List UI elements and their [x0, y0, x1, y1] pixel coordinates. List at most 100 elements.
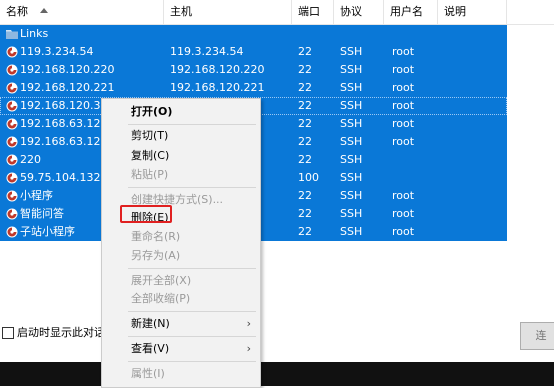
menu-item-properties[interactable]: 属性(I) [102, 364, 260, 384]
session-port: 22 [298, 117, 312, 130]
session-port: 22 [298, 153, 312, 166]
session-port: 22 [298, 45, 312, 58]
session-user: root [392, 45, 415, 58]
session-icon [6, 136, 18, 148]
session-protocol: SSH [340, 99, 363, 112]
session-protocol: SSH [340, 207, 363, 220]
list-item[interactable]: 192.168.120.220 192.168.120.220 22 SSH r… [0, 61, 507, 79]
session-protocol: SSH [340, 153, 363, 166]
session-icon [6, 172, 18, 184]
session-user: root [392, 207, 415, 220]
session-icon [6, 100, 18, 112]
session-icon [6, 208, 18, 220]
session-port: 22 [298, 63, 312, 76]
menu-item-collapse-all[interactable]: 全部收缩(P) [102, 289, 260, 309]
menu-item-collapse-all-label: 全部收缩(P) [131, 292, 191, 305]
column-port[interactable]: 端口 [292, 0, 334, 24]
session-name: 192.168.120.220 [20, 63, 115, 76]
menu-item-new[interactable]: 新建(N) › [102, 314, 260, 334]
column-user[interactable]: 用户名 [384, 0, 438, 24]
session-icon [6, 226, 18, 238]
list-item-folder[interactable]: Links [0, 25, 507, 43]
sort-ascending-icon [40, 8, 48, 13]
column-description[interactable]: 说明 [438, 0, 507, 24]
menu-item-view-label: 查看(V) [131, 342, 170, 355]
session-port: 22 [298, 99, 312, 112]
menu-item-copy-label: 复制(C) [131, 149, 170, 162]
menu-separator [128, 311, 256, 312]
column-protocol-label: 协议 [340, 5, 362, 18]
column-user-label: 用户名 [390, 5, 423, 18]
menu-item-new-label: 新建(N) [131, 317, 170, 330]
column-description-label: 说明 [444, 5, 466, 18]
list-item[interactable]: 192.168.120.221 192.168.120.221 22 SSH r… [0, 79, 507, 97]
session-port: 22 [298, 135, 312, 148]
session-user: root [392, 99, 415, 112]
session-user: root [392, 189, 415, 202]
menu-item-open-label: 打开(O) [131, 105, 173, 118]
session-protocol: SSH [340, 135, 363, 148]
folder-icon [6, 30, 18, 39]
connect-button-label: 连 [535, 329, 547, 342]
submenu-arrow-icon: › [246, 342, 251, 355]
menu-separator [128, 336, 256, 337]
menu-separator [128, 268, 256, 269]
session-user: root [392, 135, 415, 148]
session-protocol: SSH [340, 171, 363, 184]
session-port: 22 [298, 189, 312, 202]
session-icon [6, 82, 18, 94]
session-name: Links [20, 27, 49, 40]
connect-button[interactable]: 连 [520, 322, 554, 350]
session-icon [6, 64, 18, 76]
menu-separator [128, 124, 256, 125]
session-protocol: SSH [340, 225, 363, 238]
column-host-label: 主机 [170, 5, 192, 18]
menu-item-paste[interactable]: 粘贴(P) [102, 165, 260, 185]
menu-item-rename-label: 重命名(R) [131, 230, 181, 243]
session-host: 192.168.120.221 [170, 81, 265, 94]
session-port: 22 [298, 81, 312, 94]
session-port: 100 [298, 171, 319, 184]
column-host[interactable]: 主机 [164, 0, 292, 24]
menu-separator [128, 187, 256, 188]
session-user: root [392, 81, 415, 94]
session-name: 192.168.120.221 [20, 81, 115, 94]
menu-item-open[interactable]: 打开(O) [102, 102, 260, 122]
submenu-arrow-icon: › [246, 317, 251, 330]
startup-checkbox-row[interactable]: 启动时显示此对话框 [2, 325, 116, 341]
delete-highlight-box [120, 205, 172, 223]
menu-item-save-as[interactable]: 另存为(A) [102, 246, 260, 266]
session-port: 22 [298, 225, 312, 238]
session-user: root [392, 117, 415, 130]
session-protocol: SSH [340, 63, 363, 76]
menu-separator [128, 361, 256, 362]
session-protocol: SSH [340, 45, 363, 58]
session-protocol: SSH [340, 189, 363, 202]
session-port: 22 [298, 207, 312, 220]
list-item[interactable]: 119.3.234.54 119.3.234.54 22 SSH root [0, 43, 507, 61]
session-protocol: SSH [340, 81, 363, 94]
menu-item-save-as-label: 另存为(A) [131, 249, 181, 262]
session-user: root [392, 63, 415, 76]
startup-checkbox[interactable] [2, 327, 14, 339]
menu-item-expand-all-label: 展开全部(X) [131, 274, 192, 287]
session-host: 119.3.234.54 [170, 45, 244, 58]
session-user: root [392, 225, 415, 238]
column-protocol[interactable]: 协议 [334, 0, 384, 24]
menu-item-paste-label: 粘贴(P) [131, 168, 169, 181]
menu-item-rename[interactable]: 重命名(R) [102, 227, 260, 247]
menu-item-cut-label: 剪切(T) [131, 129, 169, 142]
session-icon [6, 118, 18, 130]
session-icon [6, 46, 18, 58]
column-port-label: 端口 [298, 5, 320, 18]
menu-item-cut[interactable]: 剪切(T) [102, 126, 260, 146]
column-name[interactable]: 名称 [0, 0, 164, 24]
column-header: 名称 主机 端口 协议 用户名 说明 [0, 0, 554, 25]
session-host: 192.168.120.220 [170, 63, 265, 76]
session-icon [6, 190, 18, 202]
menu-item-expand-all[interactable]: 展开全部(X) [102, 271, 260, 291]
bottom-bar [0, 362, 554, 386]
menu-item-copy[interactable]: 复制(C) [102, 146, 260, 166]
menu-item-view[interactable]: 查看(V) › [102, 339, 260, 359]
menu-item-properties-label: 属性(I) [131, 367, 165, 380]
